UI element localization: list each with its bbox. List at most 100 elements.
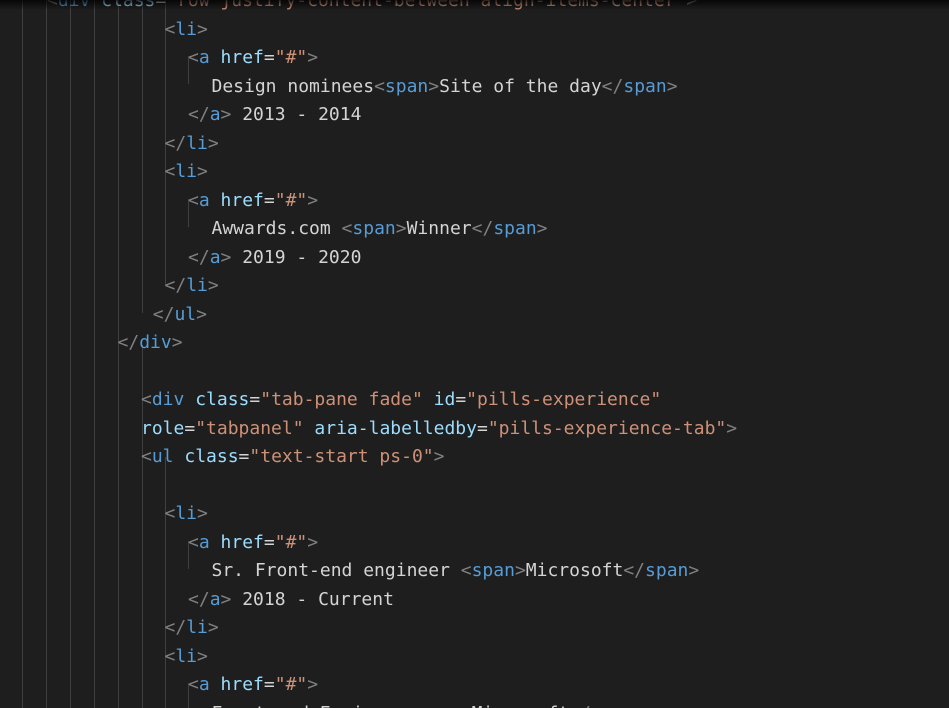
code-token: >	[220, 104, 232, 125]
code-line[interactable]	[0, 358, 949, 387]
code-token: Sr. Front-end engineer	[211, 560, 461, 581]
code-token: href	[220, 189, 264, 211]
code-token: Microsoft	[472, 703, 570, 708]
code-token: Design nominees	[211, 75, 375, 97]
code-token: aria-labelledby	[314, 417, 477, 439]
code-token: >	[688, 560, 700, 581]
code-token: span	[352, 218, 396, 239]
code-token: span	[384, 75, 429, 97]
code-token: span	[645, 560, 689, 581]
code-token: =	[238, 446, 250, 467]
code-token: a	[198, 47, 221, 68]
code-line[interactable]	[0, 472, 949, 501]
code-token: <	[460, 560, 472, 581]
code-line[interactable]: <ul class="text-start ps-0">	[0, 443, 949, 472]
code-token: li	[175, 645, 198, 667]
code-token: Winner	[406, 218, 472, 239]
code-token: role	[141, 417, 185, 439]
code-token: <	[188, 47, 199, 68]
code-token: >	[207, 132, 219, 154]
code-token: li	[186, 275, 208, 296]
code-token: li	[186, 132, 208, 154]
code-token: <	[188, 189, 199, 211]
code-token: <	[407, 703, 418, 708]
code-line[interactable]: <li>	[0, 16, 949, 45]
code-token: "#"	[274, 47, 308, 68]
code-token: div	[139, 332, 172, 353]
code-line[interactable]: Design nominees<span>Site of the day</sp…	[0, 73, 949, 102]
code-token: Front-end Engineer	[212, 703, 407, 708]
code-token: <	[164, 503, 176, 524]
code-token: >	[207, 617, 219, 638]
code-token: =	[263, 674, 275, 695]
code-token: </	[471, 218, 494, 239]
code-line[interactable]: <li>	[0, 643, 949, 672]
code-line[interactable]: </div>	[0, 329, 949, 358]
code-token: >	[220, 588, 232, 610]
code-token: Awwards.com	[211, 218, 342, 239]
code-token: <	[164, 645, 176, 667]
code-token: "text-start ps-0"	[249, 446, 434, 467]
code-token: "tab-pane fade"	[260, 389, 434, 410]
code-token: =	[476, 417, 488, 439]
code-token: id	[433, 389, 456, 410]
code-token: <	[188, 531, 199, 553]
code-token: >	[220, 246, 232, 268]
code-token: Site of the day	[439, 75, 602, 97]
code-line[interactable]: </a> 2019 - 2020	[0, 244, 949, 273]
code-token: "pills-experience-tab"	[487, 417, 727, 439]
code-token: <	[374, 75, 385, 97]
code-token: >	[666, 75, 678, 97]
code-line[interactable]: </a> 2018 - Current	[0, 586, 949, 615]
code-token: "#"	[274, 531, 308, 553]
code-line[interactable]: </ul>	[0, 301, 949, 330]
code-line[interactable]: </a> 2013 - 2014	[0, 101, 949, 130]
code-token: 2013 - 2014	[231, 104, 362, 125]
code-token: =	[263, 189, 275, 211]
code-token: >	[171, 332, 183, 353]
code-token: >	[433, 446, 445, 467]
code-token: 2018 - Current	[231, 588, 394, 610]
code-token: <	[164, 161, 176, 182]
code-token: </	[188, 588, 210, 610]
code-editor[interactable]: <div class="row justify-content-between …	[0, 0, 949, 708]
code-token: a	[209, 246, 221, 268]
code-token: </	[164, 617, 187, 638]
code-line[interactable]: <li>	[0, 500, 949, 529]
code-line[interactable]: Sr. Front-end engineer <span>Microsoft</…	[0, 557, 949, 586]
code-token: span	[623, 75, 667, 97]
code-token: </	[569, 703, 591, 708]
code-line[interactable]: Awwards.com <span>Winner</span>	[0, 215, 949, 244]
code-line[interactable]: <a href="#">	[0, 44, 949, 73]
code-token: =	[455, 389, 467, 410]
code-token: >	[395, 218, 407, 239]
code-token: =	[184, 417, 196, 439]
code-token: </	[623, 560, 646, 581]
code-token: >	[726, 417, 738, 439]
code-line[interactable]: Front-end Engineer<span>Microsoft</span>	[0, 700, 949, 708]
code-token: >	[307, 189, 319, 211]
code-line[interactable]: <a href="#">	[0, 529, 949, 558]
code-token: a	[198, 531, 221, 553]
code-token: >	[307, 47, 319, 68]
code-token: href	[220, 531, 264, 553]
code-token: >	[197, 645, 208, 667]
code-line[interactable]: role="tabpanel" aria-labelledby="pills-e…	[0, 415, 949, 444]
code-token: "#"	[274, 189, 308, 211]
code-line[interactable]: <li>	[0, 158, 949, 187]
code-token: >	[634, 703, 645, 708]
code-token: <	[141, 389, 152, 410]
code-line[interactable]: </li>	[0, 130, 949, 159]
code-line[interactable]: </li>	[0, 272, 949, 301]
code-line[interactable]: <div class="tab-pane fade" id="pills-exp…	[0, 386, 949, 415]
code-line[interactable]: <a href="#">	[0, 671, 949, 700]
code-token: >	[197, 503, 208, 524]
code-token: =	[249, 389, 261, 410]
code-token: <	[188, 674, 199, 695]
code-token: li	[186, 617, 208, 638]
code-line[interactable]: </li>	[0, 614, 949, 643]
code-token: </	[601, 75, 624, 97]
code-token: ul	[174, 303, 197, 325]
code-token: div	[151, 389, 196, 410]
code-line[interactable]: <a href="#">	[0, 187, 949, 216]
